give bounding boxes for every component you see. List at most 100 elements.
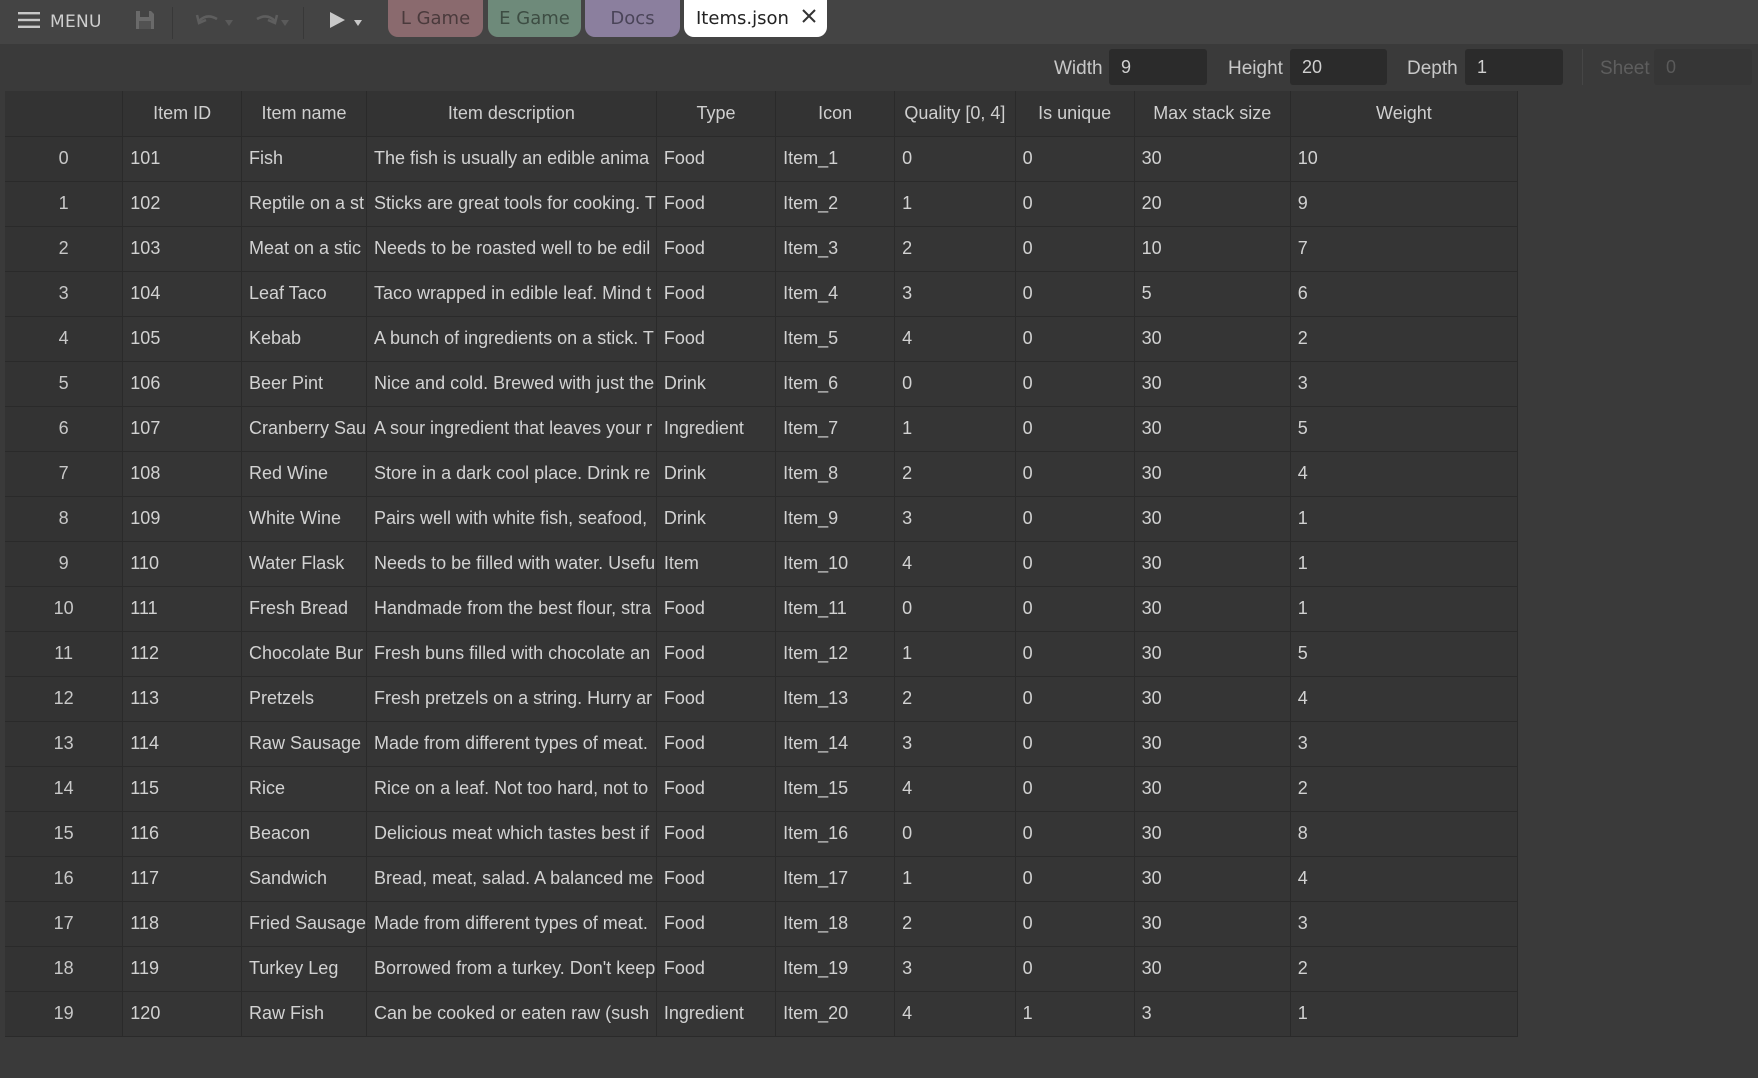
table-cell[interactable]: Item_20 — [775, 991, 896, 1037]
height-input[interactable]: 20 — [1290, 49, 1387, 85]
table-cell[interactable]: Fish — [241, 136, 368, 182]
row-header[interactable]: 15 — [5, 811, 124, 857]
table-cell[interactable]: 10 — [1134, 226, 1291, 272]
table-cell[interactable]: Ingredient — [656, 991, 777, 1037]
table-cell[interactable]: 102 — [122, 181, 242, 227]
table-cell[interactable]: Rice — [241, 766, 368, 812]
column-header[interactable]: Max stack size — [1134, 91, 1291, 137]
table-cell[interactable]: 0 — [1015, 316, 1135, 362]
table-cell[interactable]: Food — [656, 316, 777, 362]
table-cell[interactable]: 3 — [894, 946, 1016, 992]
table-cell[interactable]: 4 — [894, 316, 1016, 362]
table-cell[interactable]: Food — [656, 676, 777, 722]
table-cell[interactable]: 4 — [1290, 856, 1519, 902]
table-cell[interactable]: Store in a dark cool place. Drink re — [366, 451, 657, 497]
table-cell[interactable]: 30 — [1134, 586, 1291, 632]
table-cell[interactable]: Chocolate Bur — [241, 631, 368, 677]
table-cell[interactable]: Beacon — [241, 811, 368, 857]
table-cell[interactable]: 0 — [1015, 271, 1135, 317]
column-header[interactable]: Is unique — [1015, 91, 1135, 137]
table-cell[interactable]: 0 — [1015, 901, 1135, 947]
table-cell[interactable]: 1 — [1290, 991, 1519, 1037]
row-header[interactable]: 12 — [5, 676, 124, 722]
table-cell[interactable]: Item_4 — [775, 271, 896, 317]
row-header[interactable]: 18 — [5, 946, 124, 992]
table-cell[interactable]: 105 — [122, 316, 242, 362]
row-header[interactable]: 1 — [5, 181, 124, 227]
table-cell[interactable]: 0 — [1015, 586, 1135, 632]
table-cell[interactable]: 114 — [122, 721, 242, 767]
row-header[interactable]: 16 — [5, 856, 124, 902]
tab-e-game[interactable]: E Game — [488, 0, 581, 37]
table-cell[interactable]: Pretzels — [241, 676, 368, 722]
table-cell[interactable]: 30 — [1134, 316, 1291, 362]
table-cell[interactable]: Item_15 — [775, 766, 896, 812]
table-cell[interactable]: Raw Sausage — [241, 721, 368, 767]
table-cell[interactable]: Food — [656, 766, 777, 812]
table-cell[interactable]: 30 — [1134, 451, 1291, 497]
row-header[interactable]: 8 — [5, 496, 124, 542]
table-cell[interactable]: Red Wine — [241, 451, 368, 497]
table-cell[interactable]: Sandwich — [241, 856, 368, 902]
table-cell[interactable]: 3 — [894, 721, 1016, 767]
width-input[interactable]: 9 — [1109, 49, 1207, 85]
table-cell[interactable]: Item_13 — [775, 676, 896, 722]
table-cell[interactable]: 0 — [1015, 226, 1135, 272]
table-cell[interactable]: 3 — [894, 271, 1016, 317]
table-cell[interactable]: 2 — [1290, 316, 1519, 362]
table-cell[interactable]: 115 — [122, 766, 242, 812]
row-header[interactable]: 0 — [5, 136, 124, 182]
table-cell[interactable]: Needs to be roasted well to be edil — [366, 226, 657, 272]
table-cell[interactable]: Kebab — [241, 316, 368, 362]
table-cell[interactable]: 0 — [894, 586, 1016, 632]
table-cell[interactable]: 3 — [1290, 721, 1519, 767]
column-header[interactable]: Item ID — [122, 91, 242, 137]
table-cell[interactable]: 1 — [1290, 496, 1519, 542]
undo-button[interactable] — [190, 10, 238, 34]
table-cell[interactable]: 0 — [1015, 676, 1135, 722]
close-icon[interactable] — [801, 8, 817, 29]
table-cell[interactable]: Water Flask — [241, 541, 368, 587]
corner-cell[interactable] — [5, 91, 124, 137]
table-cell[interactable]: 30 — [1134, 136, 1291, 182]
row-header[interactable]: 17 — [5, 901, 124, 947]
table-cell[interactable]: 0 — [1015, 136, 1135, 182]
table-cell[interactable]: 104 — [122, 271, 242, 317]
table-cell[interactable]: 20 — [1134, 181, 1291, 227]
table-cell[interactable]: Food — [656, 856, 777, 902]
table-cell[interactable]: 0 — [1015, 181, 1135, 227]
row-header[interactable]: 2 — [5, 226, 124, 272]
table-cell[interactable]: A sour ingredient that leaves your r — [366, 406, 657, 452]
table-cell[interactable]: Item_11 — [775, 586, 896, 632]
table-cell[interactable]: Drink — [656, 496, 777, 542]
table-cell[interactable]: 0 — [1015, 721, 1135, 767]
table-cell[interactable]: 1 — [894, 856, 1016, 902]
table-cell[interactable]: 0 — [1015, 766, 1135, 812]
row-header[interactable]: 11 — [5, 631, 124, 677]
table-cell[interactable]: 0 — [1015, 631, 1135, 677]
table-cell[interactable]: Needs to be filled with water. Usefu — [366, 541, 657, 587]
table-cell[interactable]: 110 — [122, 541, 242, 587]
table-cell[interactable]: 0 — [1015, 451, 1135, 497]
table-cell[interactable]: 113 — [122, 676, 242, 722]
table-cell[interactable]: 2 — [894, 676, 1016, 722]
table-cell[interactable]: Fresh pretzels on a string. Hurry ar — [366, 676, 657, 722]
table-cell[interactable]: 5 — [1290, 631, 1519, 677]
table-cell[interactable]: Item_8 — [775, 451, 896, 497]
column-header[interactable]: Type — [656, 91, 777, 137]
table-cell[interactable]: 30 — [1134, 496, 1291, 542]
table-cell[interactable]: Item_14 — [775, 721, 896, 767]
table-cell[interactable]: Item_18 — [775, 901, 896, 947]
table-cell[interactable]: 30 — [1134, 406, 1291, 452]
table-cell[interactable]: Item — [656, 541, 777, 587]
table-cell[interactable]: Ingredient — [656, 406, 777, 452]
table-cell[interactable]: Item_2 — [775, 181, 896, 227]
menu-button[interactable]: MENU — [18, 10, 102, 34]
depth-input[interactable]: 1 — [1465, 49, 1563, 85]
table-cell[interactable]: 2 — [1290, 946, 1519, 992]
table-cell[interactable]: 117 — [122, 856, 242, 902]
table-cell[interactable]: 5 — [1134, 271, 1291, 317]
table-cell[interactable]: 9 — [1290, 181, 1519, 227]
table-cell[interactable]: 4 — [1290, 451, 1519, 497]
table-cell[interactable]: Fried Sausage — [241, 901, 368, 947]
